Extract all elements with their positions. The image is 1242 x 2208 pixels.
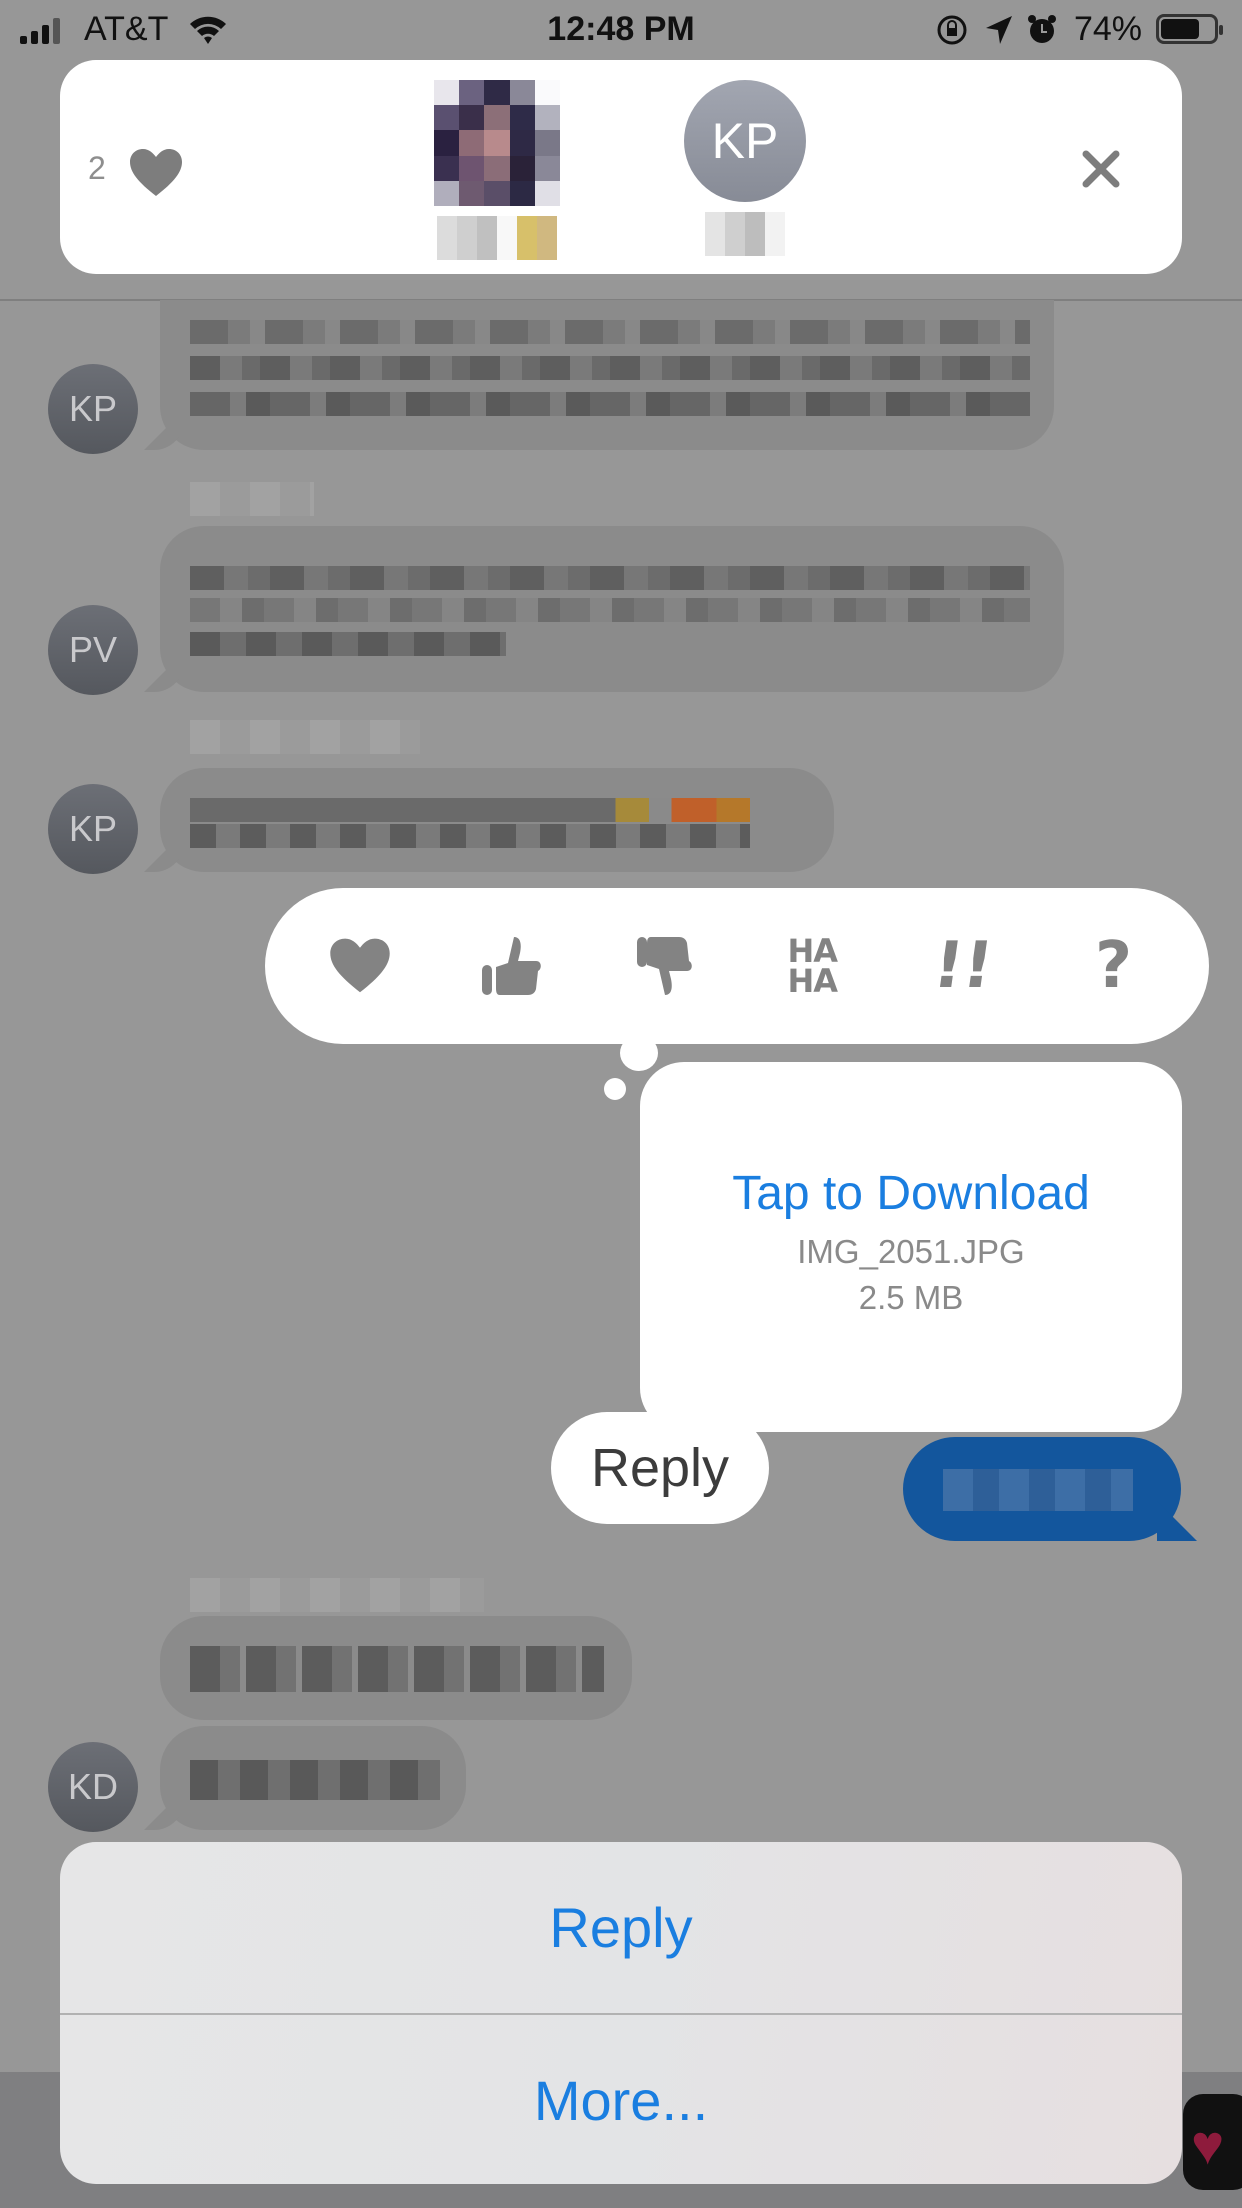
reactor-name [432,216,562,260]
tapback-bubble-dot [604,1078,626,1100]
attachment-size: 2.5 MB [858,1279,964,1316]
action-more-button[interactable]: More... [60,2015,1182,2184]
attachment-filename: IMG_2051.JPG [797,1233,1025,1270]
double-exclamation-icon: !! [928,929,998,1003]
thumbs-up-icon [481,937,541,995]
reply-bubble-button[interactable]: Reply [551,1412,769,1524]
tapback-menu: HA HA !! ? [265,888,1209,1044]
reactor-photo[interactable] [432,80,562,260]
tapback-thumbs-up[interactable] [456,911,566,1021]
close-icon[interactable] [1080,148,1122,190]
heart-icon [130,149,182,196]
tapback-thumbs-down[interactable] [607,911,717,1021]
status-bar: AT&T 12:48 PM 74% [0,0,1242,60]
reactor-avatar-photo [434,80,560,206]
avatar[interactable]: KP [48,364,138,454]
alarm-icon [1028,15,1056,43]
sent-message-bubble[interactable] [903,1437,1197,1541]
question-icon: ? [1095,929,1133,1003]
message-bubble[interactable] [144,768,834,872]
attachment-bubble[interactable]: Tap to Download IMG_2051.JPG 2.5 MB [640,1062,1182,1432]
tapback-bubble-dot [620,1035,658,1071]
message-bubble[interactable] [160,1616,632,1720]
action-sheet: Reply More... [60,1842,1182,2184]
haha-icon: HA HA [787,932,839,1000]
message-bubble[interactable] [144,1726,466,1830]
message-bubble[interactable] [144,526,1064,692]
reactions-banner: 2 KP [60,60,1182,274]
reactor-avatar: KP [684,80,806,202]
tapback-question[interactable]: ? [1059,911,1169,1021]
tapback-heart[interactable] [305,911,415,1021]
avatar[interactable]: KP [48,784,138,874]
message-bubble[interactable] [144,300,1054,450]
reactor-name [680,212,810,256]
battery-percent: 74% [1073,10,1142,48]
action-reply-button[interactable]: Reply [60,1842,1182,2013]
avatar[interactable]: KD [48,1742,138,1832]
reaction-count: 2 [88,150,106,186]
location-icon [986,16,1012,44]
battery-icon [1156,14,1223,44]
reactor-kp[interactable]: KP [680,80,810,256]
avatar[interactable]: PV [48,605,138,695]
tap-to-download-link[interactable]: Tap to Download [640,1166,1182,1221]
orientation-lock-icon [937,15,967,45]
tapback-haha[interactable]: HA HA [757,911,867,1021]
sender-name [190,482,314,516]
thumbs-down-icon [636,937,692,995]
sender-name [190,720,420,754]
heart-icon [330,938,391,993]
tapback-emphasize[interactable]: !! [908,911,1018,1021]
sender-name [190,1578,484,1612]
app-drawer-icon[interactable] [1183,2094,1242,2190]
